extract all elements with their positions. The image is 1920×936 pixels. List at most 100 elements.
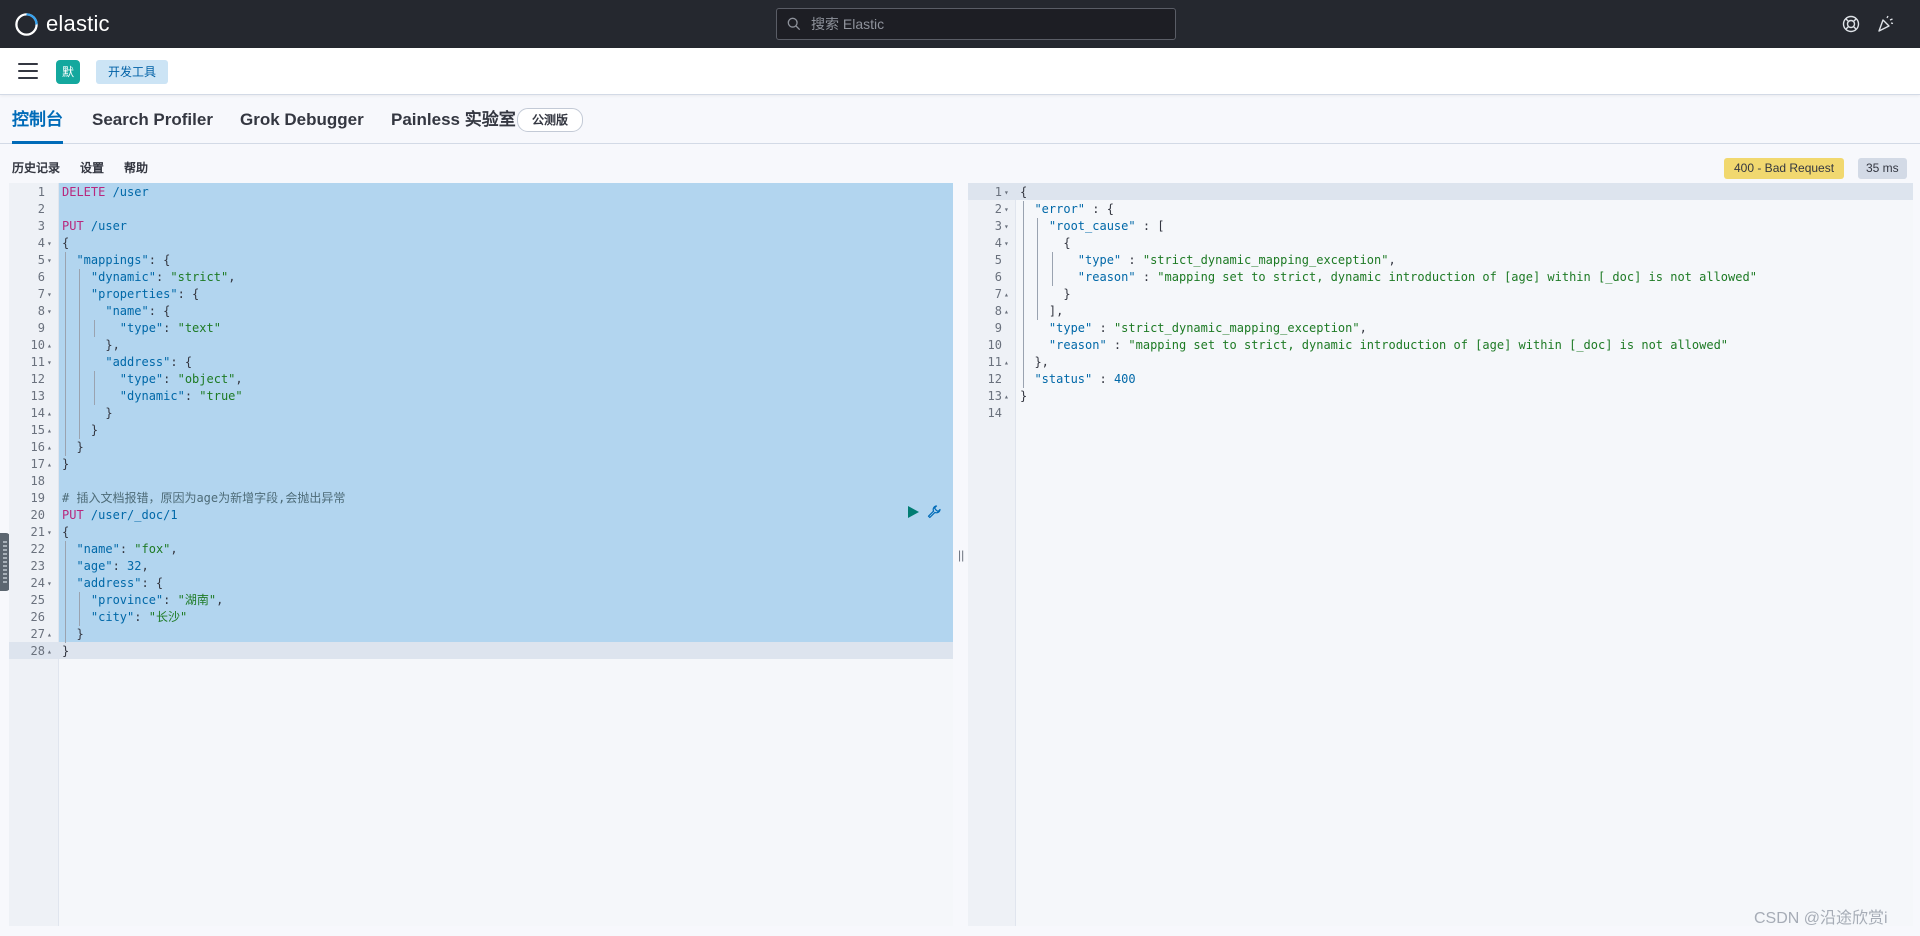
text-selection — [59, 183, 953, 642]
request-editor[interactable]: 1 DELETE /user 2 3 PUT /user 4 ▾{5 ▾ "mappings"… — [9, 183, 953, 926]
line-number: 5 — [37, 253, 45, 267]
fold-arrow-icon[interactable]: ▾ — [47, 575, 52, 592]
line-number: 3 — [994, 219, 1002, 233]
help-lifebuoy-icon[interactable] — [1841, 14, 1861, 34]
line-number: 22 — [30, 542, 45, 556]
unfold-arrow-icon[interactable]: ▴ — [1004, 388, 1009, 405]
line-number: 2 — [994, 202, 1002, 216]
code-text: PUT /user/_doc/1 — [62, 508, 178, 522]
line-number: 13 — [987, 389, 1002, 403]
beta-badge: 公测版 — [517, 108, 584, 132]
line-number: 11 — [987, 355, 1002, 369]
line-number: 15 — [30, 423, 45, 437]
line-number: 12 — [30, 372, 45, 386]
tab-console[interactable]: 控制台 — [12, 96, 63, 144]
send-request-icon[interactable] — [906, 505, 920, 519]
line-number: 9 — [37, 321, 45, 335]
tab-search-profiler[interactable]: Search Profiler — [92, 96, 213, 144]
unfold-arrow-icon[interactable]: ▴ — [47, 626, 52, 643]
line-number: 2 — [37, 202, 45, 216]
indent-guide — [1023, 201, 1024, 388]
code-text: "dynamic": "true" — [119, 389, 243, 403]
code-text: "address": { — [76, 576, 164, 590]
code-text: "age": 32, — [76, 559, 149, 573]
fold-arrow-icon[interactable]: ▾ — [47, 235, 52, 252]
unfold-arrow-icon[interactable]: ▴ — [1004, 303, 1009, 320]
menu-toggle-icon[interactable] — [18, 63, 38, 79]
history-link[interactable]: 历史记录 — [12, 159, 60, 176]
line-number: 27 — [30, 627, 45, 641]
line-number: 16 — [30, 440, 45, 454]
code-text: # 插入文档报错，原因为age为新增字段,会抛出异常 — [62, 491, 346, 505]
code-text: "dynamic": "strict", — [90, 270, 236, 284]
code-text: }, — [1020, 355, 1049, 369]
unfold-arrow-icon[interactable]: ▴ — [47, 422, 52, 439]
code-text: "type" : "strict_dynamic_mapping_excepti… — [1048, 321, 1367, 335]
code-text: "mappings": { — [76, 253, 171, 267]
fold-arrow-icon[interactable]: ▾ — [1004, 218, 1009, 235]
news-feed-cheer-icon[interactable] — [1875, 14, 1895, 34]
code-text: DELETE /user — [62, 185, 149, 199]
indent-guide — [79, 269, 81, 439]
resizer-grip-icon[interactable]: || — [958, 548, 964, 562]
search-icon — [787, 17, 801, 31]
code-text: "properties": { — [90, 287, 200, 301]
line-number: 1 — [37, 185, 45, 199]
unfold-arrow-icon[interactable]: ▴ — [47, 337, 52, 354]
indent-guide — [79, 592, 81, 626]
search-input[interactable]: 搜索 Elastic — [776, 8, 1176, 40]
code-text: PUT /user — [62, 219, 128, 233]
wrench-icon[interactable] — [926, 504, 942, 520]
unfold-arrow-icon[interactable]: ▴ — [47, 439, 52, 456]
unfold-arrow-icon[interactable]: ▴ — [1004, 354, 1009, 371]
unfold-arrow-icon[interactable]: ▴ — [1004, 286, 1009, 303]
tab-grok-debugger[interactable]: Grok Debugger — [240, 96, 364, 144]
indent-guide — [65, 541, 66, 643]
fold-arrow-icon[interactable]: ▾ — [1004, 235, 1009, 252]
fold-arrow-icon[interactable]: ▾ — [1004, 201, 1009, 218]
space-avatar[interactable]: 默 — [56, 60, 80, 84]
line-number: 14 — [30, 406, 45, 420]
code-text: }, — [62, 338, 120, 352]
fold-arrow-icon[interactable]: ▾ — [47, 354, 52, 371]
elastic-logo[interactable]: elastic — [14, 11, 110, 37]
line-number: 19 — [30, 491, 45, 505]
fold-arrow-icon[interactable]: ▾ — [47, 252, 52, 269]
line-number: 9 — [994, 321, 1002, 335]
line-number: 6 — [994, 270, 1002, 284]
code-text: "province": "湖南", — [90, 593, 224, 607]
line-number: 3 — [37, 219, 45, 233]
code-text: { — [1020, 236, 1071, 250]
unfold-arrow-icon[interactable]: ▴ — [47, 456, 52, 473]
line-number: 13 — [30, 389, 45, 403]
fold-arrow-icon[interactable]: ▾ — [47, 303, 52, 320]
code-text: "status" : 400 — [1034, 372, 1136, 386]
line-number: 7 — [994, 287, 1002, 301]
fold-arrow-icon[interactable]: ▾ — [47, 524, 52, 541]
fold-arrow-icon[interactable]: ▾ — [47, 286, 52, 303]
line-number: 10 — [987, 338, 1002, 352]
help-link[interactable]: 帮助 — [124, 159, 148, 176]
breadcrumb-dev-tools[interactable]: 开发工具 — [96, 60, 169, 84]
console-toolbar: 历史记录 设置 帮助 400 - Bad Request 35 ms — [0, 155, 1920, 181]
code-text: } — [62, 644, 70, 658]
line-number: 18 — [30, 474, 45, 488]
indent-guide — [1051, 252, 1053, 286]
line-number: 1 — [994, 185, 1002, 199]
unfold-arrow-icon[interactable]: ▴ — [47, 643, 52, 660]
active-line-highlight — [968, 183, 1913, 200]
unfold-arrow-icon[interactable]: ▴ — [47, 405, 52, 422]
fold-arrow-icon[interactable]: ▾ — [1004, 184, 1009, 201]
line-number: 21 — [30, 525, 45, 539]
code-text: { — [62, 525, 70, 539]
line-number: 4 — [37, 236, 45, 250]
code-text: "type" : "strict_dynamic_mapping_excepti… — [1077, 253, 1396, 267]
line-number: 28 — [30, 644, 45, 658]
response-editor: 1 ▾{2 ▾ "error" : {3 ▾ "root_cause" : [4 ▾ {… — [968, 183, 1913, 926]
line-number: 4 — [994, 236, 1002, 250]
response-time-badge: 35 ms — [1858, 158, 1907, 179]
settings-link[interactable]: 设置 — [80, 159, 104, 176]
code-text: } — [1020, 389, 1028, 403]
tab-painless-lab[interactable]: Painless 实验室 — [391, 96, 516, 144]
indent-guide — [93, 320, 95, 337]
